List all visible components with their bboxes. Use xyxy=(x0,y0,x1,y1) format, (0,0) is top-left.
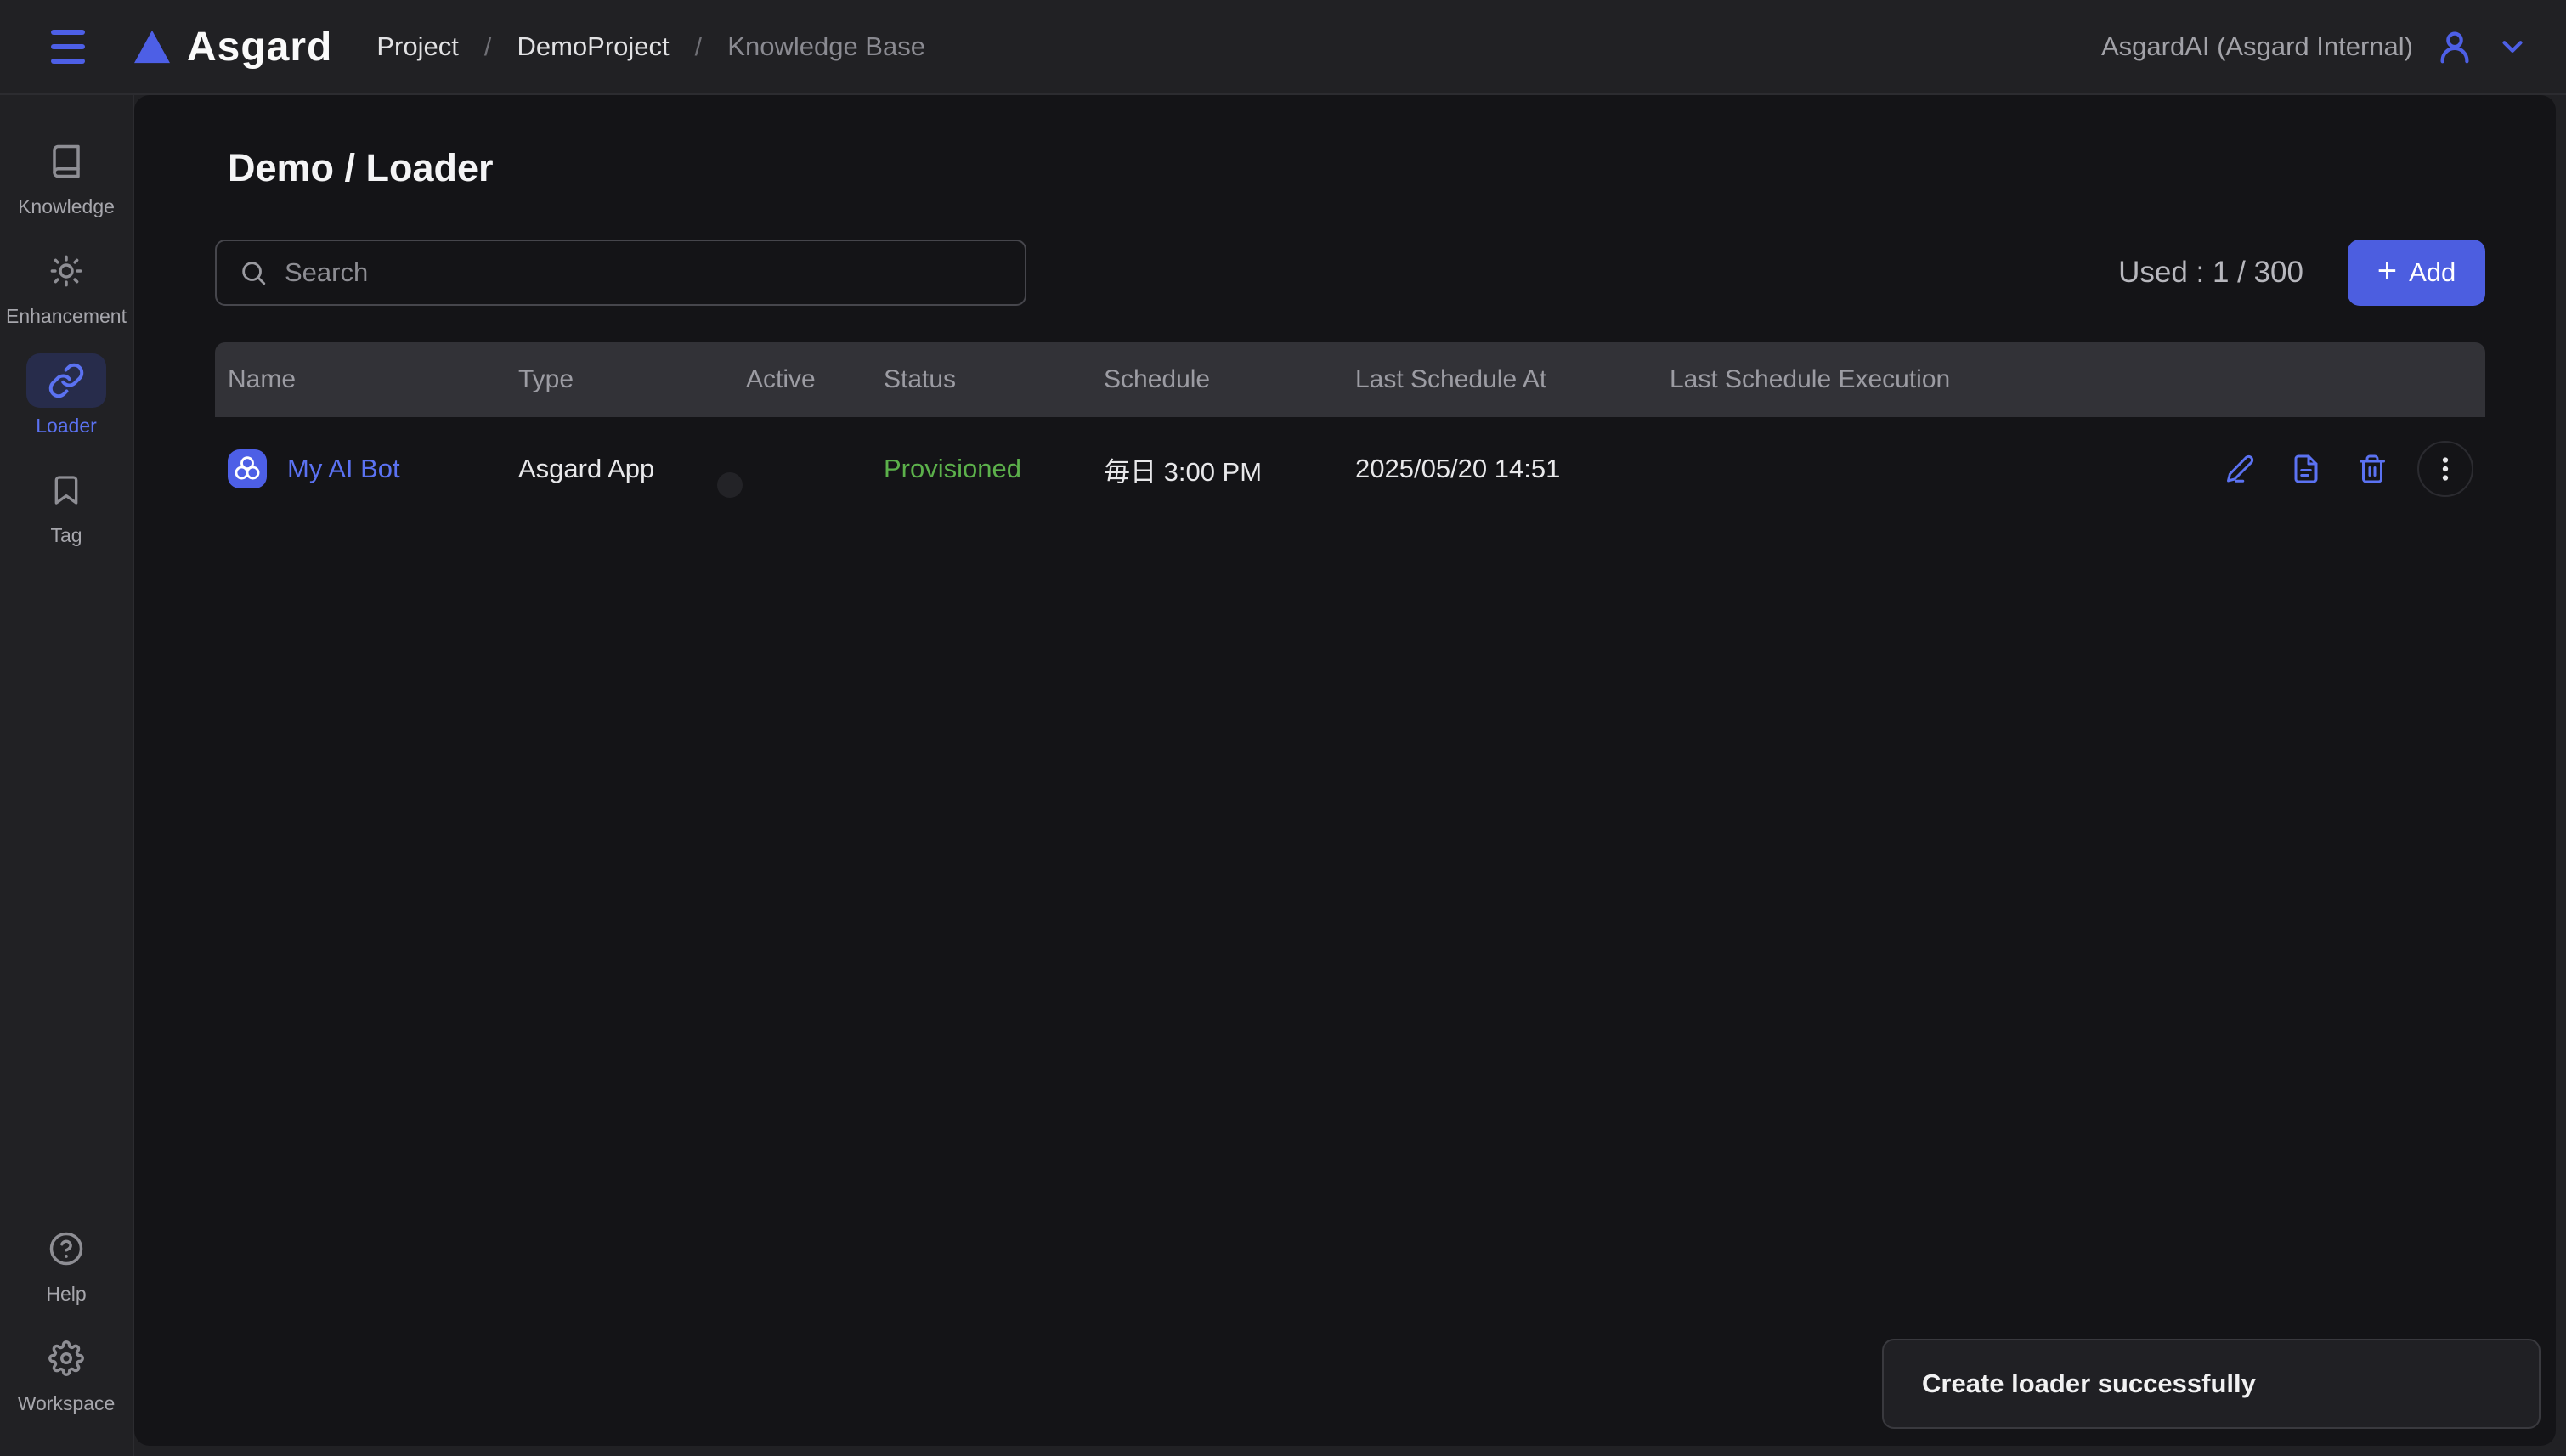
sidebar-item-tag[interactable]: Tag xyxy=(3,463,130,547)
more-options-icon[interactable] xyxy=(2417,441,2473,497)
cell-schedule: 毎日 3:00 PM xyxy=(1091,450,1342,488)
status-badge: Provisioned xyxy=(871,454,1091,484)
table-row: My AI Bot Asgard App Provisioned 毎日 3:00… xyxy=(215,417,2485,521)
breadcrumb: Project / DemoProject / Knowledge Base xyxy=(376,31,925,62)
logo-triangle-icon xyxy=(133,29,172,65)
add-button-label: Add xyxy=(2409,257,2456,288)
loader-table: Name Type Active Status Schedule Last Sc… xyxy=(215,342,2485,521)
main-panel: Demo / Loader Used : 1 / 300 + Add Name … xyxy=(134,95,2556,1446)
sidebar-item-workspace[interactable]: Workspace xyxy=(3,1331,130,1415)
document-icon[interactable] xyxy=(2285,448,2327,490)
column-header-name: Name xyxy=(215,365,506,394)
brand-name: Asgard xyxy=(187,24,332,71)
account-area[interactable]: AsgardAI (Asgard Internal) xyxy=(2101,27,2529,66)
usage-counter: Used : 1 / 300 xyxy=(2118,256,2303,290)
sidebar-item-loader[interactable]: Loader xyxy=(3,353,130,437)
breadcrumb-project[interactable]: Project xyxy=(376,31,458,62)
account-name: AsgardAI (Asgard Internal) xyxy=(2101,31,2413,62)
toast-notification: Create loader successfully xyxy=(1882,1339,2541,1429)
brand[interactable]: Asgard xyxy=(133,24,332,71)
loader-name-link[interactable]: My AI Bot xyxy=(287,454,400,484)
sidebar-item-label: Enhancement xyxy=(6,305,127,328)
gear-icon xyxy=(26,1331,106,1385)
book-icon xyxy=(26,134,106,189)
sidebar-item-label: Help xyxy=(46,1283,86,1306)
column-header-schedule: Schedule xyxy=(1091,365,1342,394)
cell-type: Asgard App xyxy=(506,454,733,484)
trash-icon[interactable] xyxy=(2351,448,2394,490)
sidebar-item-label: Workspace xyxy=(18,1392,116,1415)
column-header-last-schedule-execution: Last Schedule Execution xyxy=(1657,365,2485,394)
cell-last-schedule-at: 2025/05/20 14:51 xyxy=(1342,454,1657,484)
edit-icon[interactable] xyxy=(2218,448,2261,490)
column-header-type: Type xyxy=(506,365,733,394)
sun-icon xyxy=(26,244,106,298)
plus-icon: + xyxy=(2377,254,2397,288)
sidebar-item-label: Loader xyxy=(36,415,97,437)
sidebar-item-help[interactable]: Help xyxy=(3,1222,130,1306)
search-input[interactable] xyxy=(285,257,1003,288)
column-header-last-schedule-at: Last Schedule At xyxy=(1342,365,1657,394)
sidebar-item-enhancement[interactable]: Enhancement xyxy=(3,244,130,328)
bookmark-icon xyxy=(26,463,106,517)
top-bar: Asgard Project / DemoProject / Knowledge… xyxy=(0,0,2566,95)
help-icon xyxy=(26,1222,106,1276)
breadcrumb-knowledge-base: Knowledge Base xyxy=(727,31,925,62)
row-actions xyxy=(2206,417,2473,521)
sidebar-item-knowledge[interactable]: Knowledge xyxy=(3,134,130,218)
menu-icon[interactable] xyxy=(51,30,88,64)
user-icon[interactable] xyxy=(2435,27,2474,66)
sidebar-item-label: Tag xyxy=(50,524,82,547)
sidebar-item-label: Knowledge xyxy=(18,195,115,218)
controls-row: Used : 1 / 300 + Add xyxy=(215,240,2485,306)
search-box[interactable] xyxy=(215,240,1026,306)
chevron-down-icon[interactable] xyxy=(2496,31,2529,63)
link-icon xyxy=(26,353,106,408)
toast-message: Create loader successfully xyxy=(1922,1369,2256,1399)
column-header-status: Status xyxy=(871,365,1091,394)
column-header-active: Active xyxy=(733,365,871,394)
breadcrumb-demoproject[interactable]: DemoProject xyxy=(517,31,669,62)
search-icon xyxy=(239,258,268,287)
page-title: Demo / Loader xyxy=(228,146,2485,190)
app-badge-icon xyxy=(228,449,267,488)
sidebar: Knowledge Enhancement Loader xyxy=(0,95,134,1456)
cell-name: My AI Bot xyxy=(215,449,506,488)
breadcrumb-separator: / xyxy=(695,31,703,62)
breadcrumb-separator: / xyxy=(484,31,492,62)
add-button[interactable]: + Add xyxy=(2348,240,2485,306)
table-header: Name Type Active Status Schedule Last Sc… xyxy=(215,342,2485,417)
